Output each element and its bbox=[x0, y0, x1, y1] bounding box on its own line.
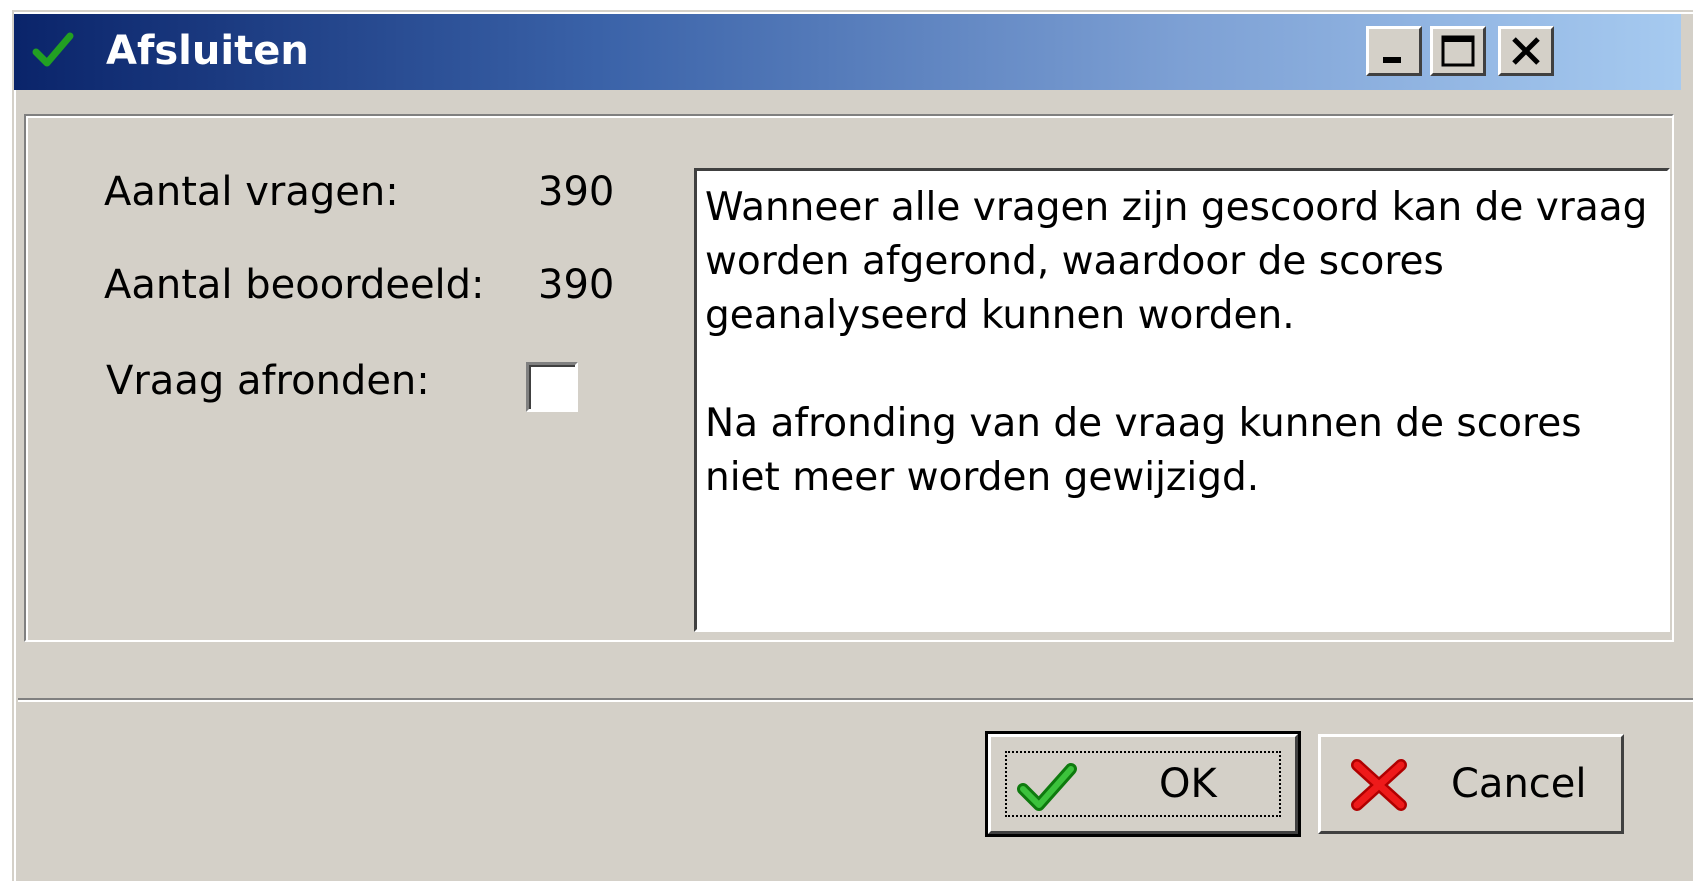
close-icon bbox=[1512, 37, 1540, 65]
green-check-icon bbox=[1017, 763, 1077, 811]
close-button[interactable] bbox=[1498, 26, 1554, 76]
aantal-vragen-value: 390 bbox=[538, 169, 615, 215]
red-x-icon bbox=[1351, 759, 1407, 811]
vraag-afronden-label: Vraag afronden: bbox=[106, 358, 430, 404]
memo-blank-line bbox=[705, 343, 1659, 397]
cancel-button-label: Cancel bbox=[1451, 761, 1587, 807]
minimize-icon bbox=[1383, 57, 1401, 63]
aantal-beoordeeld-value: 390 bbox=[538, 262, 615, 308]
cancel-button[interactable]: Cancel bbox=[1318, 734, 1624, 834]
window-title: Afsluiten bbox=[106, 28, 309, 74]
aantal-vragen-label: Aantal vragen: bbox=[104, 169, 399, 215]
maximize-button[interactable] bbox=[1430, 26, 1486, 76]
vraag-afronden-checkbox[interactable] bbox=[526, 362, 578, 412]
ok-button-label: OK bbox=[1159, 761, 1217, 807]
info-memo[interactable]: Wanneer alle vragen zijn gescoord kan de… bbox=[694, 168, 1670, 632]
ok-button[interactable]: OK bbox=[985, 731, 1301, 837]
memo-paragraph-1: Wanneer alle vragen zijn gescoord kan de… bbox=[705, 185, 1660, 338]
memo-paragraph-2: Na afronding van de vraag kunnen de scor… bbox=[705, 401, 1594, 500]
title-bar[interactable]: Afsluiten bbox=[14, 14, 1681, 90]
green-check-icon bbox=[32, 32, 74, 67]
button-bar-separator bbox=[18, 698, 1693, 702]
minimize-button[interactable] bbox=[1366, 26, 1422, 76]
maximize-icon bbox=[1441, 35, 1475, 67]
aantal-beoordeeld-label: Aantal beoordeeld: bbox=[104, 262, 485, 308]
